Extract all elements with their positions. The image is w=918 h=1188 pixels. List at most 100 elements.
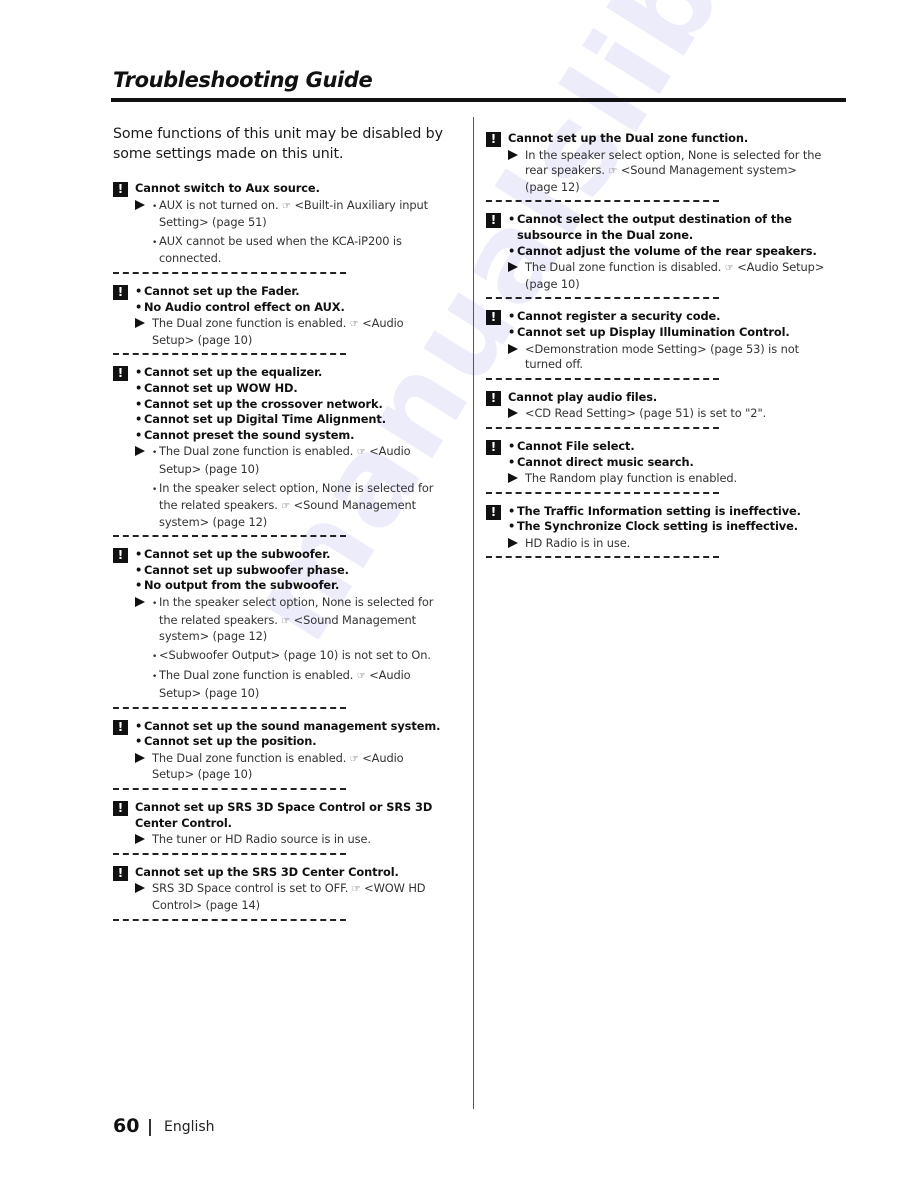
arrow-right-icon (508, 149, 518, 160)
intro-text: Some functions of this unit may be disab… (113, 126, 443, 162)
alert-icon: ! (486, 310, 501, 326)
causes: The Dual zone function is enabled. ☞ <Au… (135, 444, 448, 530)
cause-description: The Dual zone function is enabled. (159, 668, 357, 683)
reference-icon: ☞ (351, 884, 361, 896)
problem-text: Cannot select the output destination of … (508, 212, 831, 243)
arrow-right-icon (135, 318, 145, 329)
problem-text: Cannot switch to Aux source. (135, 181, 320, 195)
troubleshooting-entry: ! Cannot register a security code.Cannot … (486, 309, 831, 372)
problem-text: Cannot adjust the volume of the rear spe… (508, 244, 831, 260)
arrow-right-icon (508, 343, 518, 354)
problem-text: The Synchronize Clock setting is ineffec… (508, 519, 831, 535)
reference-icon: ☞ (282, 200, 291, 212)
cause-text: The tuner or HD Radio source is in use. (152, 832, 448, 848)
reference-icon: ☞ (349, 753, 359, 765)
dashed-separator (486, 200, 719, 203)
troubleshooting-entry: ! Cannot set up the Dual zone function. In… (486, 131, 831, 195)
arrow-right-icon (135, 752, 145, 763)
arrow-right-icon (508, 473, 518, 484)
troubleshooting-entry: ! The Traffic Information setting is inef… (486, 504, 831, 552)
troubleshooting-entry: ! Cannot File select.Cannot direct music … (486, 439, 831, 487)
alert-icon: ! (113, 719, 128, 735)
reference-icon: ☞ (349, 319, 359, 331)
problem-text: Cannot set up the position. (135, 734, 448, 750)
troubleshooting-entry: ! Cannot set up the subwoofer.Cannot set … (113, 547, 448, 701)
problem-text: Cannot direct music search. (508, 455, 831, 471)
cause-text: The Dual zone function is enabled. ☞ <Au… (152, 751, 448, 783)
problem-text: Cannot set up the crossover network. (135, 397, 448, 413)
cause-text: In the speaker select option, None is se… (152, 481, 448, 531)
dashed-separator (113, 271, 346, 274)
page-number: 60 (113, 1115, 140, 1137)
arrow-right-icon (508, 537, 518, 548)
cause-description: AUX cannot be used when the KCA-iP200 is… (159, 233, 402, 266)
reference-icon: ☞ (724, 263, 734, 275)
causes: The tuner or HD Radio source is in use. (135, 832, 448, 848)
cause-text: AUX is not turned on. ☞ <Built-in Auxili… (152, 198, 448, 231)
right-column: ! Cannot set up the Dual zone function. In… (486, 131, 831, 568)
cause-text: In the speaker select option, None is se… (525, 148, 831, 196)
problem-text: Cannot set up the SRS 3D Center Control. (135, 864, 399, 879)
alert-icon: ! (486, 213, 501, 229)
reference-icon: ☞ (356, 447, 366, 459)
problem-text: Cannot set up WOW HD. (135, 381, 448, 397)
page-title: Troubleshooting Guide (113, 68, 373, 92)
problem-text: Cannot set up the Fader. (135, 284, 448, 300)
dashed-separator (113, 788, 346, 790)
dashed-separator (113, 353, 346, 356)
dashed-separator (113, 706, 346, 709)
problem-text: Cannot set up the Dual zone function. (508, 131, 749, 145)
causes: The Dual zone function is disabled. ☞ <A… (508, 260, 831, 292)
cause-text: HD Radio is in use. (525, 536, 831, 552)
arrow-right-icon (135, 597, 145, 608)
dashed-separator (486, 491, 719, 494)
cause-description: <Demonstration mode Setting> (page 53) i… (525, 341, 799, 372)
troubleshooting-entry: ! Cannot select the output destination of… (486, 212, 831, 292)
cause-text: AUX cannot be used when the KCA-iP200 is… (152, 234, 448, 267)
column-divider (473, 117, 474, 1109)
cause-description: <CD Read Setting> (page 51) is set to "2… (525, 406, 767, 421)
causes: <Demonstration mode Setting> (page 53) i… (508, 342, 831, 373)
problem-text: Cannot set up Display Illumination Contr… (508, 325, 831, 341)
causes: The Dual zone function is enabled. ☞ <Au… (135, 751, 448, 783)
arrow-right-icon (135, 834, 145, 845)
cause-text: In the speaker select option, None is se… (152, 595, 448, 645)
reference-icon: ☞ (281, 615, 291, 627)
footer-language: English (164, 1119, 215, 1135)
dashed-separator (113, 535, 346, 538)
alert-icon: ! (113, 865, 128, 881)
troubleshooting-entry: ! Cannot play audio files. <CD Read Settin… (486, 390, 831, 422)
causes: In the speaker select option, None is se… (508, 148, 831, 196)
cause-text: SRS 3D Space control is set to OFF. ☞ <W… (152, 881, 448, 913)
cause-description: SRS 3D Space control is set to OFF. (152, 881, 352, 896)
troubleshooting-entry: ! Cannot set up SRS 3D Space Control or S… (113, 800, 448, 848)
cause-text: <CD Read Setting> (page 51) is set to "2… (525, 406, 831, 422)
causes: The Dual zone function is enabled. ☞ <Au… (135, 316, 448, 348)
alert-icon: ! (486, 132, 501, 147)
cause-description: The Dual zone function is enabled. (152, 750, 350, 765)
troubleshooting-entry: ! Cannot switch to Aux source. AUX is not … (113, 181, 448, 267)
cause-description: AUX is not turned on. (159, 197, 283, 212)
footer-divider (149, 1119, 151, 1136)
causes: HD Radio is in use. (508, 536, 831, 552)
troubleshooting-entry: ! Cannot set up the SRS 3D Center Control… (113, 865, 448, 914)
troubleshooting-entry: !Cannot set up the equalizer.Cannot set … (113, 365, 448, 530)
cause-text: The Dual zone function is enabled. ☞ <Au… (152, 444, 448, 477)
alert-icon: ! (486, 504, 501, 520)
dashed-separator (486, 426, 719, 429)
cause-description: <Subwoofer Output> (page 10) is not set … (159, 647, 431, 662)
problem-text: Cannot set up the sound management syste… (135, 719, 448, 735)
cause-text: The Dual zone function is enabled. ☞ <Au… (152, 668, 448, 701)
troubleshooting-entry: ! Cannot set up the sound management syst… (113, 719, 448, 783)
alert-icon: ! (113, 548, 128, 564)
arrow-right-icon (508, 408, 518, 419)
cause-text: <Demonstration mode Setting> (page 53) i… (525, 342, 831, 373)
arrow-right-icon (135, 883, 145, 894)
cause-text: <Subwoofer Output> (page 10) is not set … (152, 648, 448, 666)
causes: SRS 3D Space control is set to OFF. ☞ <W… (135, 881, 448, 913)
alert-icon: ! (113, 801, 128, 816)
causes: AUX is not turned on. ☞ <Built-in Auxili… (135, 198, 448, 267)
cause-description: HD Radio is in use. (525, 535, 631, 550)
right-entries: ! Cannot set up the Dual zone function. In… (486, 131, 831, 559)
causes: In the speaker select option, None is se… (135, 595, 448, 702)
